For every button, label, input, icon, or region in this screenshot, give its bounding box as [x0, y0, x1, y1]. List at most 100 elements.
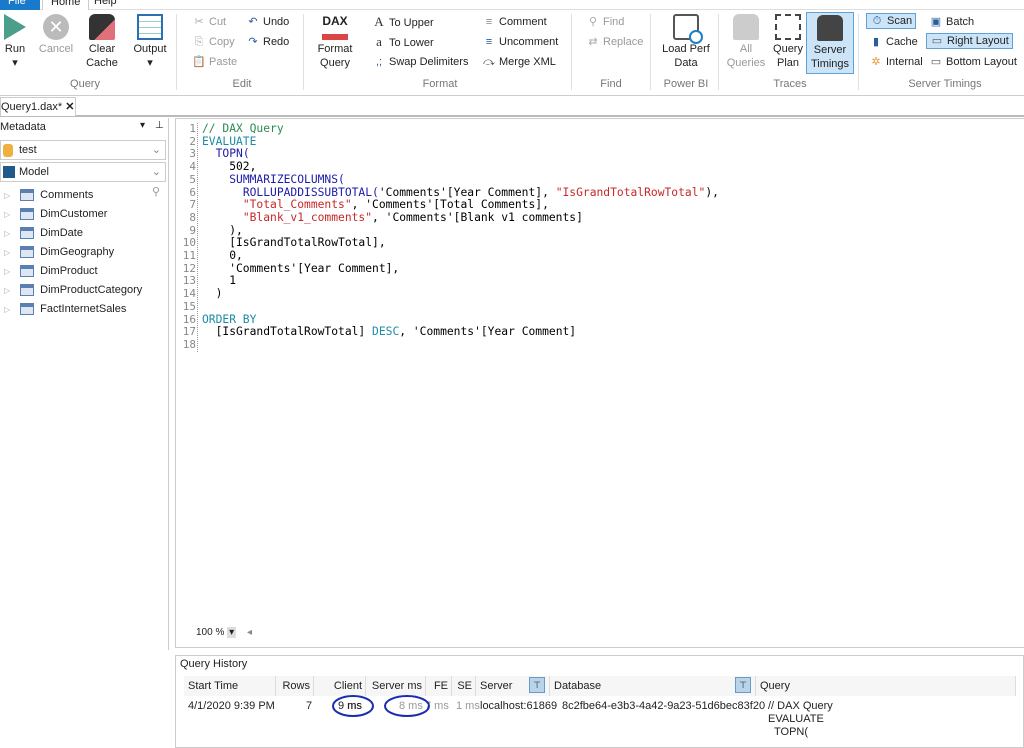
replace-label: Replace — [603, 36, 644, 48]
metadata-title: Metadata — [0, 121, 46, 133]
to-lower-button[interactable]: a To Lower — [372, 35, 434, 50]
scan-toggle[interactable]: ⏱ Scan — [866, 13, 917, 29]
expand-icon[interactable]: ▷ — [4, 229, 10, 238]
cell-se: 1 ms — [456, 700, 480, 712]
line-number: 5 — [189, 172, 196, 186]
code-token: TOPN( — [215, 147, 250, 161]
pin-icon[interactable]: ⊥ — [155, 120, 164, 131]
table-item[interactable]: ▷ FactInternetSales — [4, 300, 126, 319]
line-numbers: 1 2 3 4 5 6 7 8 9 10 11 12 13 14 15 16 17 18 — [176, 122, 198, 352]
query-editor[interactable]: 1 2 3 4 5 6 7 8 9 10 11 12 13 14 15 16 17 18 // DAX Query… — [175, 118, 1024, 648]
query-plan-label: Query Plan — [773, 43, 803, 69]
code-token: 'Comments'[Year Comment], — [202, 261, 400, 275]
column-header[interactable]: Start Time — [184, 676, 276, 696]
cancel-button[interactable]: ✕ Cancel — [36, 14, 76, 56]
annotation-circles — [332, 695, 430, 717]
group-label-format: Format — [422, 78, 458, 90]
column-header[interactable]: Server ⊤ — [476, 676, 550, 696]
cache-label: Cache — [886, 36, 918, 48]
chevron-down-icon: ⌄ — [151, 166, 161, 178]
cut-button[interactable]: ✂ Cut — [192, 15, 226, 29]
output-button[interactable]: Output ▾ — [130, 14, 170, 70]
batch-toggle[interactable]: ▣ Batch — [929, 15, 974, 29]
search-icon[interactable]: ⚲ — [152, 185, 160, 198]
swap-delimiters-button[interactable]: ,; Swap Delimiters — [372, 55, 469, 69]
code-area[interactable]: // DAX Query EVALUATE TOPN( 502, SUMMARIZ… — [202, 122, 719, 352]
expand-icon[interactable]: ▷ — [4, 305, 10, 314]
table-item[interactable]: ▷ Comments — [4, 186, 93, 205]
line-number: 8 — [189, 210, 196, 224]
column-header[interactable]: Query — [756, 676, 1016, 696]
table-output-icon — [137, 14, 163, 40]
expand-icon[interactable]: ▷ — [4, 248, 10, 257]
zoom-select[interactable]: 100 % ▾ ◂ — [196, 627, 252, 638]
to-upper-button[interactable]: A To Upper — [372, 14, 433, 30]
replace-button[interactable]: ⇄ Replace — [586, 35, 643, 49]
merge-xml-button[interactable]: ⤼ Merge XML — [482, 55, 556, 69]
cache-toggle[interactable]: ▮ Cache — [869, 35, 918, 49]
uncomment-button[interactable]: ≡ Uncomment — [482, 35, 559, 49]
column-header[interactable]: SE — [452, 676, 476, 696]
code-line: [IsGrandTotalRowTotal] DESC, 'Comments'[… — [202, 325, 719, 339]
find-button[interactable]: ⚲ Find — [586, 15, 624, 29]
load-perf-data-button[interactable]: Load Perf Data — [660, 14, 712, 70]
comment-button[interactable]: ≡ Comment — [482, 15, 547, 29]
undo-button[interactable]: ↶ Undo — [246, 15, 289, 29]
code-line: ) — [202, 287, 719, 301]
expand-icon[interactable]: ▷ — [4, 286, 10, 295]
copy-button[interactable]: ⎘ Copy — [192, 35, 235, 49]
scroll-left-icon[interactable]: ◂ — [247, 627, 252, 638]
menu-tabs: File Home Help — [0, 0, 1024, 10]
run-button[interactable]: Run ▾ — [2, 14, 28, 70]
code-token: DESC — [372, 325, 400, 339]
paste-button[interactable]: 📋 Paste — [192, 55, 237, 69]
filter-icon[interactable]: ⊤ — [735, 677, 751, 693]
table-item[interactable]: ▷ DimCustomer — [4, 205, 107, 224]
table-item[interactable]: ▷ DimProduct — [4, 262, 98, 281]
column-header[interactable]: Rows — [276, 676, 314, 696]
filter-icon[interactable]: ⊤ — [529, 677, 545, 693]
expand-icon[interactable]: ▷ — [4, 267, 10, 276]
format-query-button[interactable]: DAX Format Query — [312, 14, 358, 70]
bottom-layout-label: Bottom Layout — [946, 56, 1017, 68]
database-select[interactable]: test ⌄ — [0, 140, 166, 160]
uncomment-icon: ≡ — [485, 36, 493, 48]
table-item[interactable]: ▷ DimProductCategory — [4, 281, 142, 300]
dropdown-icon[interactable]: ▾ — [140, 120, 145, 131]
code-line: 'Comments'[Year Comment], — [202, 261, 719, 276]
code-token: 'Comments'[Year Comment], — [378, 185, 556, 199]
all-queries-label: All Queries — [726, 43, 766, 69]
query-plan-icon — [775, 14, 801, 40]
expand-icon[interactable]: ▷ — [4, 210, 10, 219]
model-select[interactable]: Model ⌄ — [0, 162, 166, 182]
table-item[interactable]: ▷ DimGeography — [4, 243, 114, 262]
uppercase-icon: A — [374, 14, 384, 29]
expand-icon[interactable]: ▷ — [4, 191, 10, 200]
find-label: Find — [603, 16, 625, 28]
column-header[interactable]: Database ⊤ — [550, 676, 756, 696]
redo-button[interactable]: ↷ Redo — [246, 35, 289, 49]
query-history-panel: Query History Start Time Rows Client ms Ser… — [175, 655, 1024, 748]
close-icon[interactable]: ✕ — [65, 101, 74, 113]
table-item[interactable]: ▷ DimDate — [4, 224, 83, 243]
scan-label: Scan — [887, 15, 913, 27]
tab-help[interactable]: Help — [86, 0, 125, 10]
tab-query1[interactable]: Query1.dax* ✕ — [0, 97, 76, 116]
right-layout-toggle[interactable]: ▭ Right Layout — [926, 33, 1013, 49]
copy-label: Copy — [209, 36, 235, 48]
all-queries-button[interactable]: All Queries — [726, 14, 766, 70]
code-token: EVALUATE — [202, 134, 257, 148]
query-plan-button[interactable]: Query Plan — [770, 14, 806, 70]
code-token: 502, — [202, 160, 257, 174]
tab-file[interactable]: File — [0, 0, 40, 10]
internal-toggle[interactable]: ✲ Internal — [869, 55, 922, 69]
undo-icon: ↶ — [248, 16, 258, 28]
column-label: Query — [760, 680, 790, 692]
bottom-layout-toggle[interactable]: ▭ Bottom Layout — [929, 55, 1017, 69]
table-name: FactInternetSales — [40, 303, 127, 315]
server-timings-button[interactable]: Server Timings — [806, 12, 854, 74]
tab-home[interactable]: Home — [42, 0, 90, 10]
clear-cache-button[interactable]: Clear Cache — [84, 14, 120, 70]
